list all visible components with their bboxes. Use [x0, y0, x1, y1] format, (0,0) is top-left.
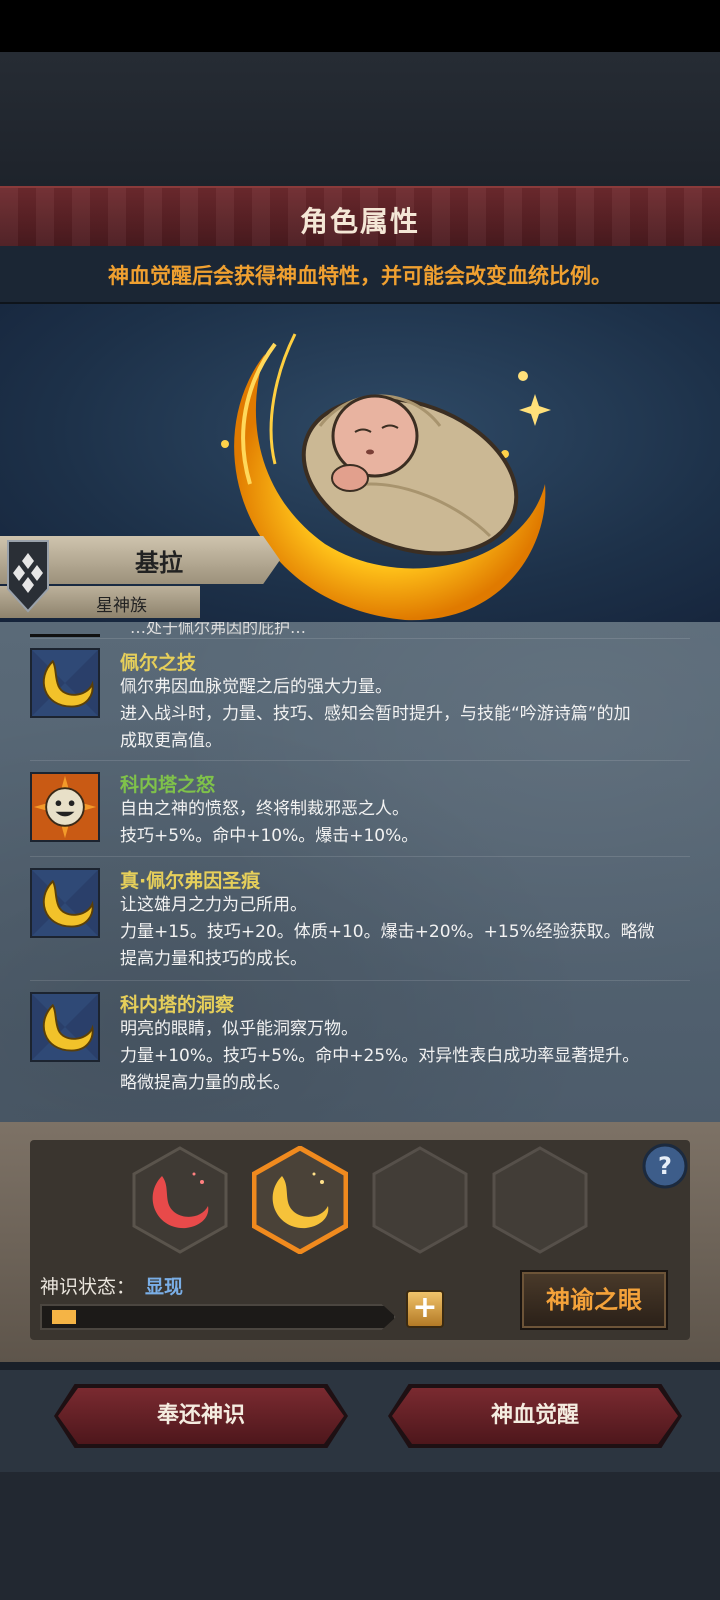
trait-title: 科内塔的洞察: [120, 994, 235, 1016]
character-name: 基拉: [135, 549, 183, 577]
trait-description: 佩尔弗因血脉觉醒之后的强大力量。 进入战斗时，力量、技巧、感知会暂时提升，与技能…: [120, 677, 631, 751]
page-title: 角色属性: [299, 205, 420, 238]
status-bar-area: [0, 0, 720, 52]
divine-status-value: 显现: [145, 1276, 184, 1298]
awakening-notice: 神血觉醒后会获得神血特性，并可能会改变血统比例。: [108, 264, 612, 288]
divine-progress-track: [40, 1304, 396, 1330]
trait-description: 让这雄月之力为己所用。 力量+15。技巧+20。体质+10。爆击+20%。+15…: [120, 895, 655, 969]
crescent-moon-icon: [30, 992, 100, 1062]
trait-description: 明亮的眼睛，似乎能洞察万物。 力量+10%。技巧+5%。命中+25%。对异性表白…: [120, 1019, 640, 1093]
trait-title: 科内塔之怒: [120, 774, 216, 796]
diamond-shield-icon: [7, 540, 49, 613]
divine-slot-red-crescent[interactable]: [132, 1146, 228, 1254]
oracle-eye-button[interactable]: 神谕之眼: [520, 1270, 668, 1330]
return-divine-sense-button[interactable]: 奉还神识: [58, 1388, 344, 1444]
angry-sun-face-icon: [30, 772, 100, 842]
blood-awakening-button[interactable]: 神血觉醒: [392, 1388, 678, 1444]
divine-slot-empty[interactable]: [372, 1146, 468, 1254]
character-race: 星神族: [96, 596, 147, 616]
top-backdrop: [0, 52, 720, 186]
crescent-moon-icon: [30, 648, 100, 718]
crescent-moon-icon: [30, 868, 100, 938]
trait-description: 自由之神的愤怒，终将制裁邪恶之人。 技巧+5%。命中+10%。爆击+10%。: [120, 799, 419, 846]
add-divine-button[interactable]: +: [406, 1290, 444, 1328]
partially-scrolled-text: …处于佩尔弗因的庇护…: [130, 622, 307, 637]
swaddled-baby-portrait: [301, 394, 519, 556]
divine-slot-empty[interactable]: [492, 1146, 588, 1254]
notice-bar: 神血觉醒后会获得神血特性，并可能会改变血统比例。: [0, 246, 720, 304]
trait-title: 佩尔之技: [120, 652, 197, 674]
title-banner: 角色属性: [0, 186, 720, 246]
trait-title: 真·佩尔弗因圣痕: [120, 870, 261, 892]
bottom-backdrop: [0, 1472, 720, 1600]
divine-status-label: 神识状态：: [40, 1276, 136, 1298]
divine-slot-gold-crescent[interactable]: [252, 1146, 348, 1254]
svg-text:?: ?: [658, 1152, 672, 1180]
trait-list[interactable]: …处于佩尔弗因的庇护… 佩尔之技 佩尔弗因血脉觉醒之后的强大力量。 进入战斗时，…: [0, 622, 720, 1122]
partially-scrolled-divider: [30, 634, 100, 637]
help-icon[interactable]: ?: [642, 1143, 688, 1189]
divine-progress-fill: [52, 1310, 76, 1324]
